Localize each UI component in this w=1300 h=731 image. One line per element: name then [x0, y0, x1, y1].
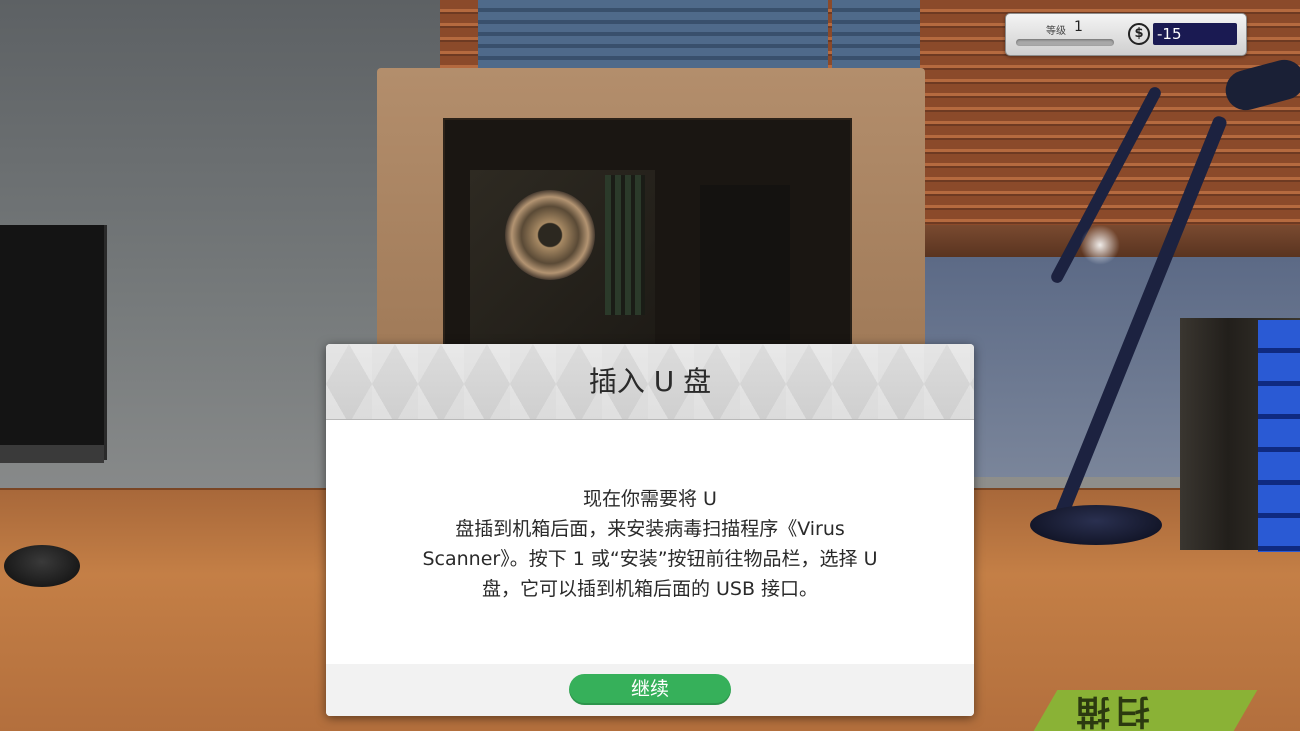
dialog-body: 现在你需要将 U 盘插到机箱后面，来安装病毒扫描程序《Virus Scanner… [366, 484, 934, 604]
ram-modules[interactable] [605, 175, 645, 315]
cpu-cooler-fan[interactable] [505, 190, 595, 280]
psu-area[interactable] [700, 185, 790, 340]
status-hud: 等级 1 $ -15 [1005, 13, 1247, 56]
dialog-body-line: 盘插到机箱后面，来安装病毒扫描程序《Virus [455, 518, 845, 540]
level-progress-bar [1016, 39, 1114, 46]
continue-button[interactable]: 继续 [569, 674, 731, 705]
light-glow [1080, 225, 1120, 265]
dialog-body-line: Scanner》。按下 1 或“安装”按钮前往物品栏，选择 U [422, 548, 878, 570]
window-pane [478, 0, 828, 68]
dialog-body-line: 盘，它可以插到机箱后面的 USB 接口。 [481, 578, 819, 600]
dollar-icon: $ [1128, 23, 1150, 45]
scan-pad-label: 扫描 [1070, 691, 1150, 731]
monitor[interactable] [0, 225, 107, 460]
parts-drawers[interactable] [1258, 320, 1300, 552]
desk-lamp-base [1030, 505, 1162, 545]
money-value: -15 [1153, 23, 1237, 45]
tutorial-dialog: 插入 U 盘 现在你需要将 U 盘插到机箱后面，来安装病毒扫描程序《Virus … [326, 344, 974, 716]
mouse[interactable] [4, 545, 80, 587]
dialog-title: 插入 U 盘 [588, 365, 712, 398]
level-label: 等级 [1046, 26, 1066, 37]
monitor-base [0, 445, 104, 463]
dialog-body-line: 现在你需要将 U [583, 488, 717, 510]
window-pane-right [832, 0, 920, 68]
level-value: 1 [1074, 19, 1083, 35]
